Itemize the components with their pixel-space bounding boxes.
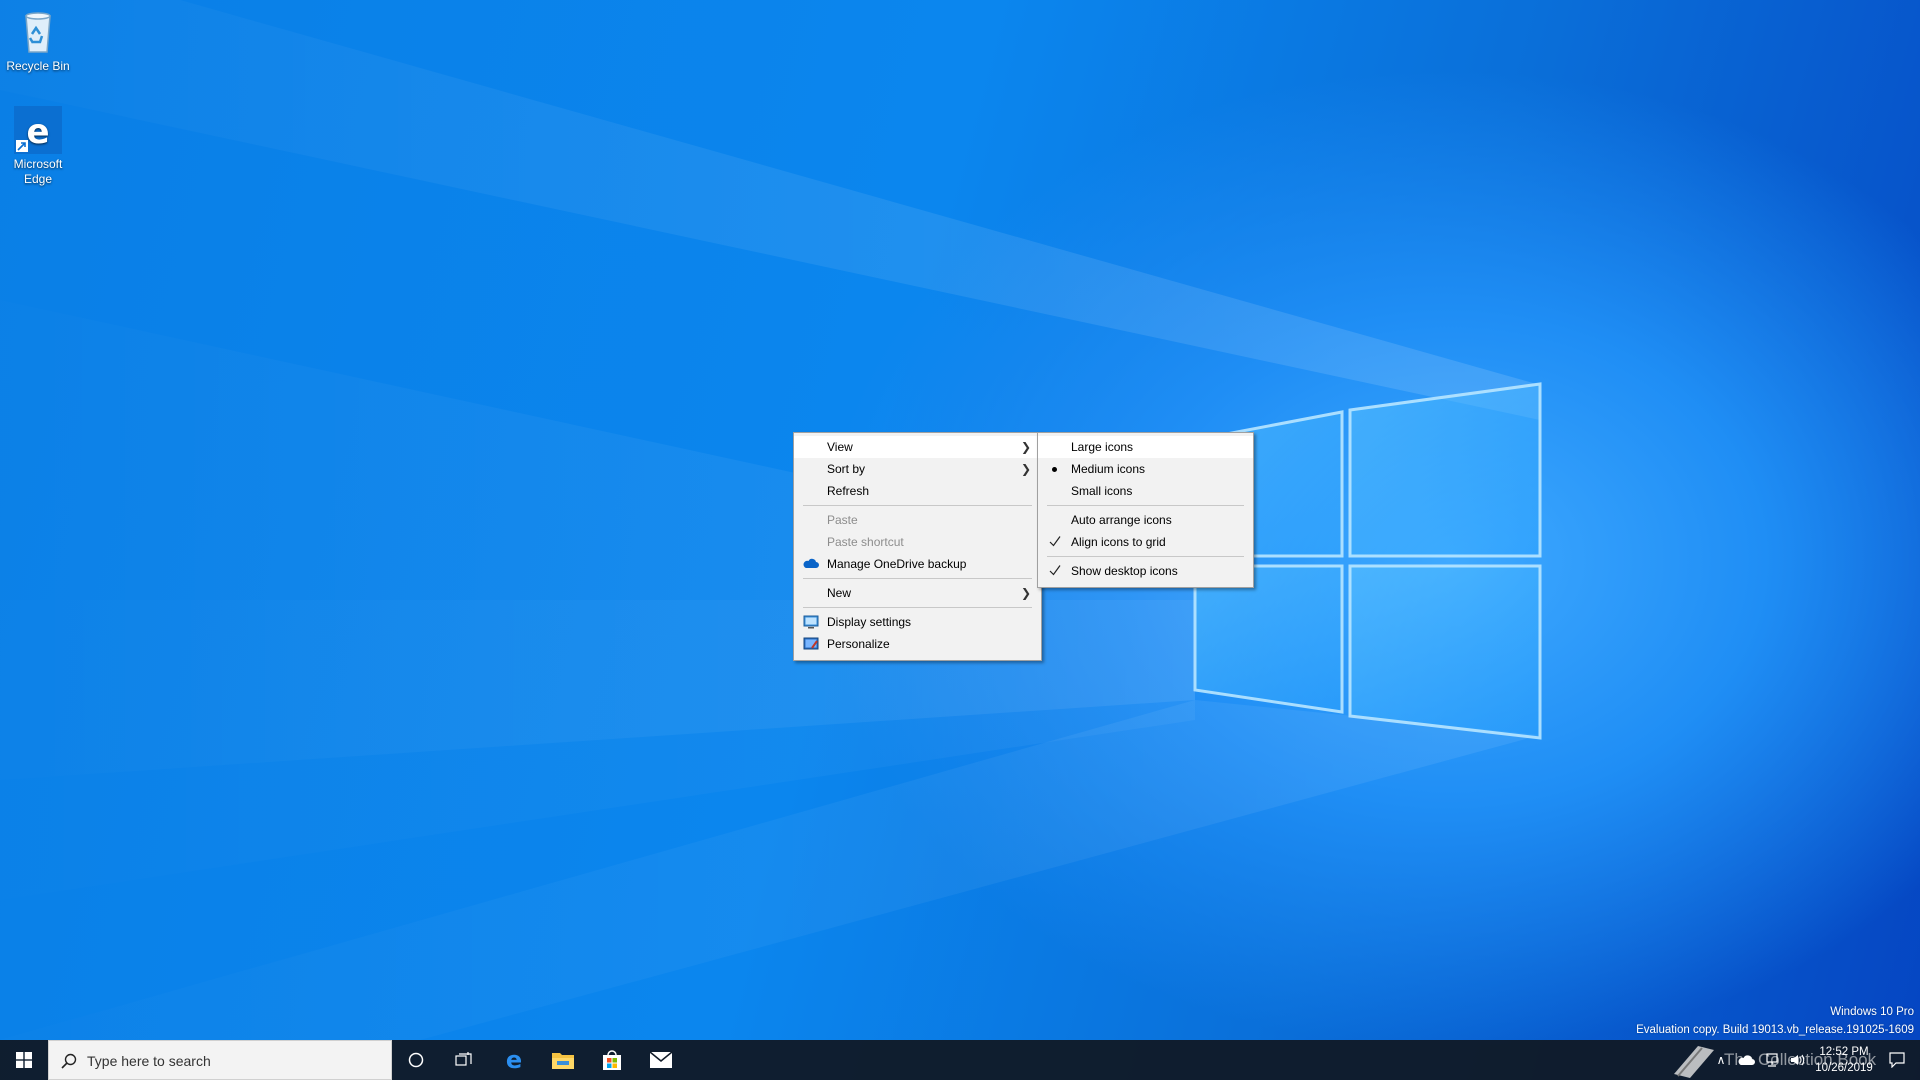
action-center-button[interactable] [1880, 1040, 1914, 1080]
taskbar-edge-button[interactable]: e [490, 1040, 538, 1080]
checkmark-icon [1049, 565, 1061, 576]
onedrive-tray-button[interactable] [1734, 1040, 1760, 1080]
show-hidden-icons-button[interactable]: ∧ [1710, 1040, 1732, 1080]
desktop-icon-microsoft-edge[interactable]: e Microsoft Edge [0, 106, 76, 187]
clock-time: 12:52 PM [1819, 1046, 1869, 1058]
desktop-context-menu: View ❯ Sort by ❯ Refresh Paste Paste sho… [793, 432, 1042, 661]
menu-item-label: Paste shortcut [827, 535, 904, 549]
volume-icon [1791, 1054, 1805, 1066]
menu-separator [803, 607, 1032, 608]
mail-icon [649, 1051, 673, 1068]
menu-item-paste-shortcut: Paste shortcut [794, 531, 1041, 553]
menu-item-label: Small icons [1071, 484, 1133, 498]
desktop-icon-label: Microsoft Edge [13, 157, 63, 186]
menu-separator [803, 505, 1032, 506]
build-watermark: Evaluation copy. Build 19013.vb_release.… [1636, 1024, 1914, 1036]
network-icon [1766, 1053, 1778, 1067]
menu-item-medium-icons[interactable]: Medium icons [1038, 458, 1253, 480]
desktop[interactable]: Recycle Bin e Microsoft Edge View ❯ Sort… [0, 0, 1920, 1080]
taskbar-file-explorer-button[interactable] [539, 1040, 587, 1080]
file-explorer-icon [552, 1053, 574, 1069]
onedrive-icon [803, 558, 819, 568]
taskbar: Type here to search e The Collection Boo… [0, 1040, 1920, 1080]
taskbar-store-button[interactable] [588, 1040, 636, 1080]
recycle-bin-icon [14, 8, 62, 56]
edge-icon: e [506, 1048, 522, 1072]
menu-separator [1047, 505, 1244, 506]
onedrive-icon [1738, 1055, 1755, 1065]
edition-watermark: Windows 10 Pro [1830, 1006, 1914, 1018]
display-settings-icon [803, 615, 819, 629]
menu-item-view[interactable]: View ❯ [794, 436, 1041, 458]
chevron-right-icon: ❯ [1020, 462, 1031, 476]
menu-item-label: Personalize [827, 637, 890, 651]
search-placeholder: Type here to search [87, 1053, 211, 1069]
clock-date: 10/26/2019 [1815, 1062, 1873, 1074]
personalize-icon [803, 637, 819, 650]
menu-item-sort-by[interactable]: Sort by ❯ [794, 458, 1041, 480]
menu-item-label: Medium icons [1071, 462, 1146, 476]
menu-item-small-icons[interactable]: Small icons [1038, 480, 1253, 502]
desktop-icon-label: Recycle Bin [6, 59, 70, 73]
network-tray-button[interactable] [1760, 1040, 1784, 1080]
menu-item-paste: Paste [794, 509, 1041, 531]
menu-item-label: Large icons [1071, 440, 1134, 454]
menu-item-label: Display settings [827, 615, 912, 629]
start-button[interactable] [0, 1040, 48, 1080]
volume-tray-button[interactable] [1785, 1040, 1809, 1080]
menu-item-label: Align icons to grid [1071, 535, 1166, 549]
menu-item-personalize[interactable]: Personalize [794, 633, 1041, 655]
menu-separator [803, 578, 1032, 579]
notification-icon [1889, 1052, 1905, 1068]
menu-item-refresh[interactable]: Refresh [794, 480, 1041, 502]
menu-item-label: Auto arrange icons [1071, 513, 1172, 527]
task-view-icon [455, 1052, 472, 1066]
radio-bullet-icon [1052, 467, 1057, 472]
desktop-icon-recycle-bin[interactable]: Recycle Bin [0, 8, 76, 74]
chevron-right-icon: ❯ [1020, 440, 1031, 454]
menu-item-label: View [827, 440, 853, 454]
menu-item-align-icons-to-grid[interactable]: Align icons to grid [1038, 531, 1253, 553]
search-icon [61, 1053, 77, 1069]
menu-item-label: Refresh [827, 484, 870, 498]
cortana-icon [408, 1052, 424, 1068]
menu-item-label: Manage OneDrive backup [827, 557, 967, 571]
checkmark-icon [1049, 536, 1061, 547]
menu-item-large-icons[interactable]: Large icons [1038, 436, 1253, 458]
menu-item-label: Paste [827, 513, 858, 527]
menu-item-new[interactable]: New ❯ [794, 582, 1041, 604]
windows-start-icon [16, 1052, 32, 1068]
menu-item-manage-onedrive-backup[interactable]: Manage OneDrive backup [794, 553, 1041, 575]
menu-item-display-settings[interactable]: Display settings [794, 611, 1041, 633]
menu-item-label: Sort by [827, 462, 866, 476]
menu-item-auto-arrange-icons[interactable]: Auto arrange icons [1038, 509, 1253, 531]
chevron-up-icon: ∧ [1716, 1053, 1726, 1067]
svg-text:e: e [506, 1048, 522, 1072]
svg-text:e: e [26, 112, 49, 152]
menu-item-label: New [827, 586, 852, 600]
taskbar-mail-button[interactable] [637, 1040, 685, 1080]
clock[interactable]: 12:52 PM 10/26/2019 [1808, 1040, 1880, 1080]
cortana-button[interactable] [392, 1040, 440, 1080]
store-icon [603, 1050, 621, 1070]
menu-item-label: Show desktop icons [1071, 564, 1178, 578]
chevron-right-icon: ❯ [1020, 586, 1031, 600]
taskbar-search-box[interactable]: Type here to search [48, 1040, 392, 1080]
menu-item-show-desktop-icons[interactable]: Show desktop icons [1038, 560, 1253, 582]
menu-separator [1047, 556, 1244, 557]
task-view-button[interactable] [440, 1040, 488, 1080]
edge-icon: e [14, 106, 62, 154]
view-submenu: Large icons Medium icons Small icons Aut… [1037, 432, 1254, 588]
